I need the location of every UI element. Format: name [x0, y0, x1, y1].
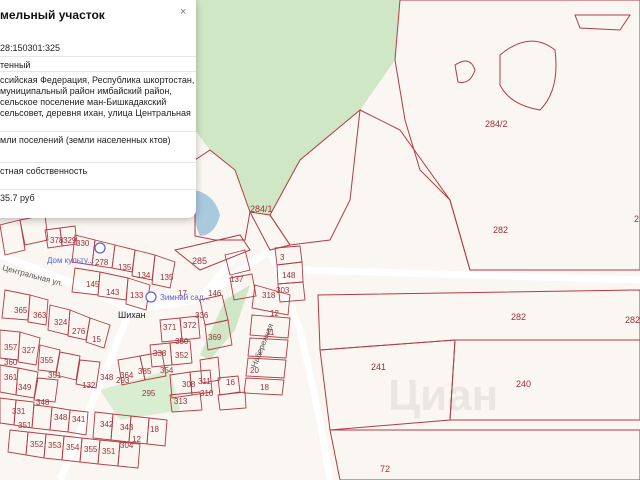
plot-label[interactable]: 134 [137, 271, 151, 280]
plot-label[interactable]: 351 [102, 447, 116, 456]
plot-label-284-1[interactable]: 284/1 [250, 204, 273, 214]
plot-label-72[interactable]: 72 [380, 464, 390, 474]
plot-label[interactable]: 295 [142, 389, 156, 398]
plot-label[interactable]: 355 [40, 356, 54, 365]
plot-label[interactable]: 341 [72, 415, 86, 424]
plot-label-241[interactable]: 241 [371, 362, 386, 372]
parcel-info-card[interactable]: мельный участок × 28:150301:325 тенный с… [0, 0, 196, 218]
plot-label[interactable]: 135 [160, 273, 174, 282]
parcel-status: тенный [0, 56, 196, 71]
plot-label-282-c[interactable]: 282 [625, 315, 640, 325]
plot-label[interactable]: 135 [118, 263, 132, 272]
plot-label[interactable]: 12 [270, 309, 279, 318]
plot-label[interactable]: 355 [84, 445, 98, 454]
plot-label[interactable]: 330 [76, 239, 90, 248]
info-card-title: мельный участок [0, 8, 105, 22]
land-category: мли поселений (земли населенных ктов) [0, 131, 196, 146]
parcel-address: ссийская Федерация, Республика шкортоста… [0, 71, 196, 119]
plot-label-284-2[interactable]: 284/2 [485, 119, 508, 129]
building-icon [145, 291, 157, 303]
watermark: Циан [388, 371, 498, 420]
plot-label[interactable]: 278 [95, 258, 109, 267]
plot-label[interactable]: 343 [120, 423, 134, 432]
plot-label-2[interactable]: 2 [634, 214, 639, 224]
plot-label[interactable]: 18 [150, 425, 159, 434]
plot-label[interactable]: 303 [276, 286, 290, 295]
plot-label[interactable]: 137 [230, 275, 244, 284]
plot-label[interactable]: 352 [30, 440, 44, 449]
plot-label[interactable]: 354 [66, 443, 80, 452]
ownership-type: стная собственность [0, 162, 196, 177]
plot-label[interactable]: 351 [18, 421, 32, 430]
plot-label[interactable]: 313 [174, 397, 188, 406]
plot-label[interactable]: 352 [175, 351, 189, 360]
plot-label[interactable]: 363 [33, 311, 47, 320]
building-icon [94, 242, 106, 254]
plot-label[interactable]: 342 [100, 420, 114, 429]
plot-label[interactable]: 148 [282, 271, 296, 280]
place-label-shikhan: Шихан [118, 310, 146, 320]
plot-label[interactable]: 308 [182, 380, 196, 389]
plot-label[interactable]: 329 [63, 236, 77, 245]
close-icon[interactable]: × [180, 6, 186, 18]
plot-label[interactable]: 311 [198, 377, 211, 386]
plot-label[interactable]: 324 [54, 318, 68, 327]
plot-label[interactable]: 18 [260, 383, 269, 392]
plot-label[interactable]: 143 [106, 288, 120, 297]
plot-label-240[interactable]: 240 [516, 379, 531, 389]
plot-label[interactable]: 348 [100, 373, 114, 382]
plot-label[interactable]: 132 [82, 381, 96, 390]
plot-label-282-b[interactable]: 282 [511, 312, 526, 322]
plot-label[interactable]: 133 [130, 291, 144, 300]
plot-label[interactable]: 3 [280, 253, 285, 262]
plot-label[interactable]: 310 [200, 389, 214, 398]
poi-label: Зимний сад... [160, 293, 210, 302]
plot-label[interactable]: 145 [86, 280, 100, 289]
plot-label[interactable]: 12 [132, 435, 141, 444]
plot-label[interactable]: 318 [262, 291, 276, 300]
plot-label[interactable]: 327 [22, 346, 36, 355]
cadastral-price: 35.7 руб [0, 189, 196, 204]
plot-label[interactable]: 349 [18, 383, 32, 392]
plot-label[interactable]: 378 [50, 236, 64, 245]
plot-label[interactable]: 15 [92, 335, 101, 344]
plot-label[interactable]: 353 [48, 441, 62, 450]
plot-label[interactable]: 331 [12, 407, 26, 416]
plot-label[interactable]: 336 [195, 311, 209, 320]
plot-label[interactable]: 360 [4, 358, 18, 367]
plot-label[interactable]: 348 [36, 398, 50, 407]
plot-label[interactable]: 369 [208, 333, 222, 342]
poi-label: Дом культу... [47, 256, 94, 265]
plot-label[interactable]: 348 [54, 413, 68, 422]
plot-label[interactable]: 354 [160, 366, 174, 375]
plot-label[interactable]: 385 [138, 367, 152, 376]
plot-label[interactable]: 365 [14, 306, 28, 315]
plot-label[interactable]: 350 [175, 337, 189, 346]
plot-label[interactable]: 357 [4, 343, 18, 352]
plot-label[interactable]: 338 [153, 349, 167, 358]
plot-label-285[interactable]: 285 [192, 256, 207, 266]
plot-label[interactable]: 16 [226, 378, 235, 387]
plot-label[interactable]: 276 [72, 327, 86, 336]
plot-label-282-a[interactable]: 282 [493, 225, 508, 235]
plot-label[interactable]: 293 [116, 376, 130, 385]
plot-label[interactable]: 371 [163, 323, 177, 332]
plot-label[interactable]: 372 [183, 321, 197, 330]
cadastral-number: 28:150301:325 [0, 43, 61, 53]
plot-label[interactable]: 351 [48, 371, 62, 380]
plot-label[interactable]: 361 [4, 373, 18, 382]
